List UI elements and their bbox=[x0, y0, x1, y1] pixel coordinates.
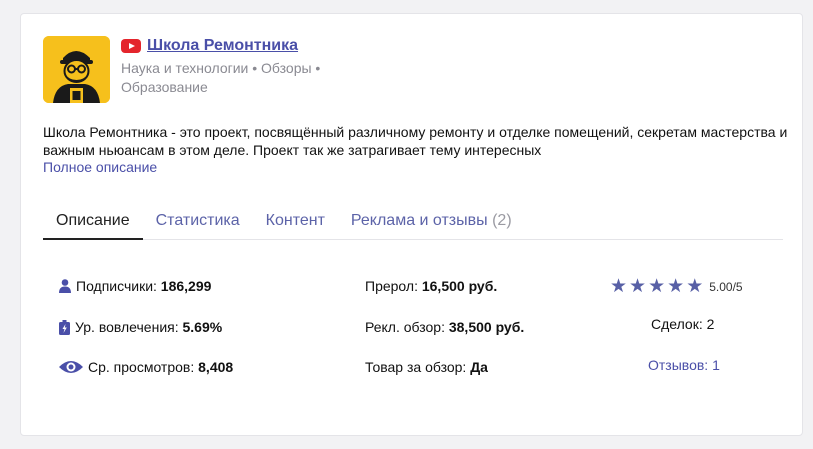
channel-avatar[interactable] bbox=[43, 36, 110, 103]
ad-review-stat: Рекл. обзор: 38,500 руб. bbox=[365, 319, 524, 335]
product-review-stat: Товар за обзор: Да bbox=[365, 359, 488, 375]
subscribers-stat: Подписчики: 186,299 bbox=[59, 278, 211, 294]
deals-count: Сделок: 2 bbox=[651, 316, 715, 332]
title-row: Школа Ремонтника bbox=[121, 37, 361, 55]
preroll-stat: Прерол: 16,500 руб. bbox=[365, 278, 497, 294]
engagement-value: 5.69% bbox=[182, 319, 223, 335]
full-description-link[interactable]: Полное описание bbox=[43, 159, 157, 175]
star-icon: ★ bbox=[648, 276, 666, 297]
youtube-icon bbox=[121, 39, 141, 53]
product-review-label: Товар за обзор: bbox=[365, 359, 467, 375]
tab-label: Описание bbox=[56, 212, 130, 229]
tab-bar: Описание Статистика Контент Реклама и от… bbox=[43, 210, 783, 240]
engagement-stat: Ур. вовлечения: 5.69% bbox=[59, 319, 222, 335]
views-value: 8,408 bbox=[198, 359, 234, 375]
reviews-count-link[interactable]: Отзывов: 1 bbox=[648, 357, 720, 373]
engagement-label: Ур. вовлечения: bbox=[75, 319, 179, 335]
views-label: Ср. просмотров: bbox=[88, 359, 195, 375]
star-icon: ★ bbox=[686, 276, 704, 297]
star-icon: ★ bbox=[629, 276, 647, 297]
rating-value: 5.00/5 bbox=[709, 279, 743, 294]
rating-stat: ★ ★ ★ ★ ★ 5.00/5 bbox=[610, 277, 743, 296]
channel-categories: Наука и технологии • Обзоры • Образовани… bbox=[121, 60, 321, 95]
tab-ads-reviews[interactable]: Реклама и отзывы (2) bbox=[338, 210, 525, 240]
reviews-stat: Отзывов: 1 bbox=[648, 357, 720, 373]
tab-label: Контент bbox=[265, 212, 325, 229]
tab-label: Статистика bbox=[155, 212, 240, 229]
ad-review-label: Рекл. обзор: bbox=[365, 319, 445, 335]
tab-content[interactable]: Контент bbox=[253, 210, 338, 240]
tab-description[interactable]: Описание bbox=[43, 210, 143, 240]
preroll-value: 16,500 руб. bbox=[421, 278, 498, 294]
tab-statistics[interactable]: Статистика bbox=[143, 210, 253, 240]
repairman-avatar-icon bbox=[43, 36, 110, 103]
star-icon: ★ bbox=[610, 276, 628, 297]
channel-title-link[interactable]: Школа Ремонтника bbox=[147, 37, 298, 55]
rating-stars: ★ ★ ★ ★ ★ 5.00/5 bbox=[610, 277, 743, 296]
views-stat: Ср. просмотров: 8,408 bbox=[59, 359, 233, 375]
ad-review-value: 38,500 руб. bbox=[448, 319, 525, 335]
deals-stat: Сделок: 2 bbox=[651, 316, 714, 332]
channel-description: Школа Ремонтника - это проект, посвящённ… bbox=[43, 124, 788, 158]
preroll-label: Прерол: bbox=[365, 278, 418, 294]
channel-card: Школа Ремонтника Наука и технологии • Об… bbox=[20, 13, 803, 436]
eye-icon bbox=[59, 361, 83, 373]
battery-icon bbox=[59, 319, 70, 335]
product-review-value: Да bbox=[470, 359, 488, 375]
tab-label: Реклама и отзывы bbox=[350, 212, 488, 229]
channel-header: Школа Ремонтника Наука и технологии • Об… bbox=[121, 37, 361, 97]
star-icon: ★ bbox=[667, 276, 685, 297]
tab-count-badge: (2) bbox=[492, 212, 512, 229]
subscribers-value: 186,299 bbox=[160, 278, 212, 294]
user-icon bbox=[59, 279, 71, 293]
subscribers-label: Подписчики: bbox=[76, 278, 157, 294]
